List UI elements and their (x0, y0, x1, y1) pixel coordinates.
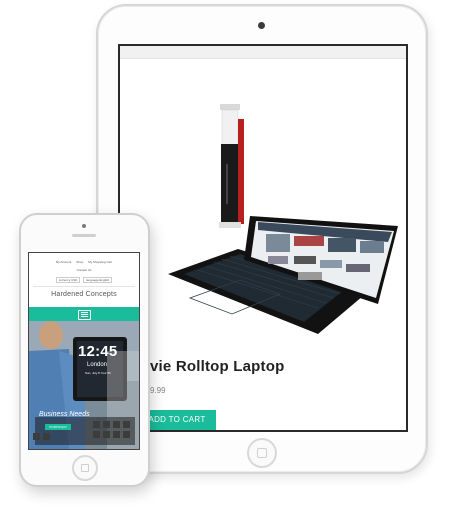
contact-link[interactable]: Contact Us (77, 268, 92, 272)
shopping-cart-link[interactable]: My Shopping Cart (88, 260, 112, 264)
product-image[interactable] (148, 94, 398, 344)
currency-select[interactable]: currency USD (55, 277, 81, 283)
contact-row: Contact Us (29, 268, 139, 272)
shop-link[interactable]: Shop (76, 260, 83, 264)
rolltop-cylinder (219, 104, 244, 228)
hero-date: Sun, July 8 Your 5h (85, 371, 111, 375)
phone-top-links: My Account Shop My Shopping Cart (29, 260, 139, 264)
tablet-browser-bar (120, 46, 406, 59)
tablet-camera (258, 22, 265, 29)
portfolio-button[interactable]: PORTFOLIO (45, 424, 71, 430)
tablet-home-button[interactable] (247, 438, 277, 468)
hero-caption: Business Needs (39, 411, 90, 418)
divider (33, 286, 135, 287)
product-title: vie Rolltop Laptop (150, 358, 285, 375)
brand-title[interactable]: Hardened Concepts (29, 291, 139, 298)
hero-city: London (87, 362, 108, 368)
selectors-row: currency USD language English (29, 277, 139, 283)
menu-toggle-button[interactable] (78, 310, 91, 320)
phone-device: My Account Shop My Shopping Cart Contact… (19, 213, 150, 487)
product-price: 9.99 (150, 386, 166, 395)
phone-home-button[interactable] (72, 455, 98, 481)
my-account-link[interactable]: My Account (56, 260, 72, 264)
tablet-screen: vie Rolltop Laptop 9.99 ADD TO CART (118, 44, 408, 432)
hero-clock: 12:45 (78, 343, 118, 360)
hero-banner: 12:45 London Sun, July 8 Your 5h Busines… (29, 321, 139, 449)
phone-camera (82, 224, 86, 228)
phone-nav-bar (29, 307, 139, 321)
phone-screen: My Account Shop My Shopping Cart Contact… (28, 252, 140, 450)
phone-speaker (72, 234, 96, 237)
language-select[interactable]: language English (83, 277, 113, 283)
